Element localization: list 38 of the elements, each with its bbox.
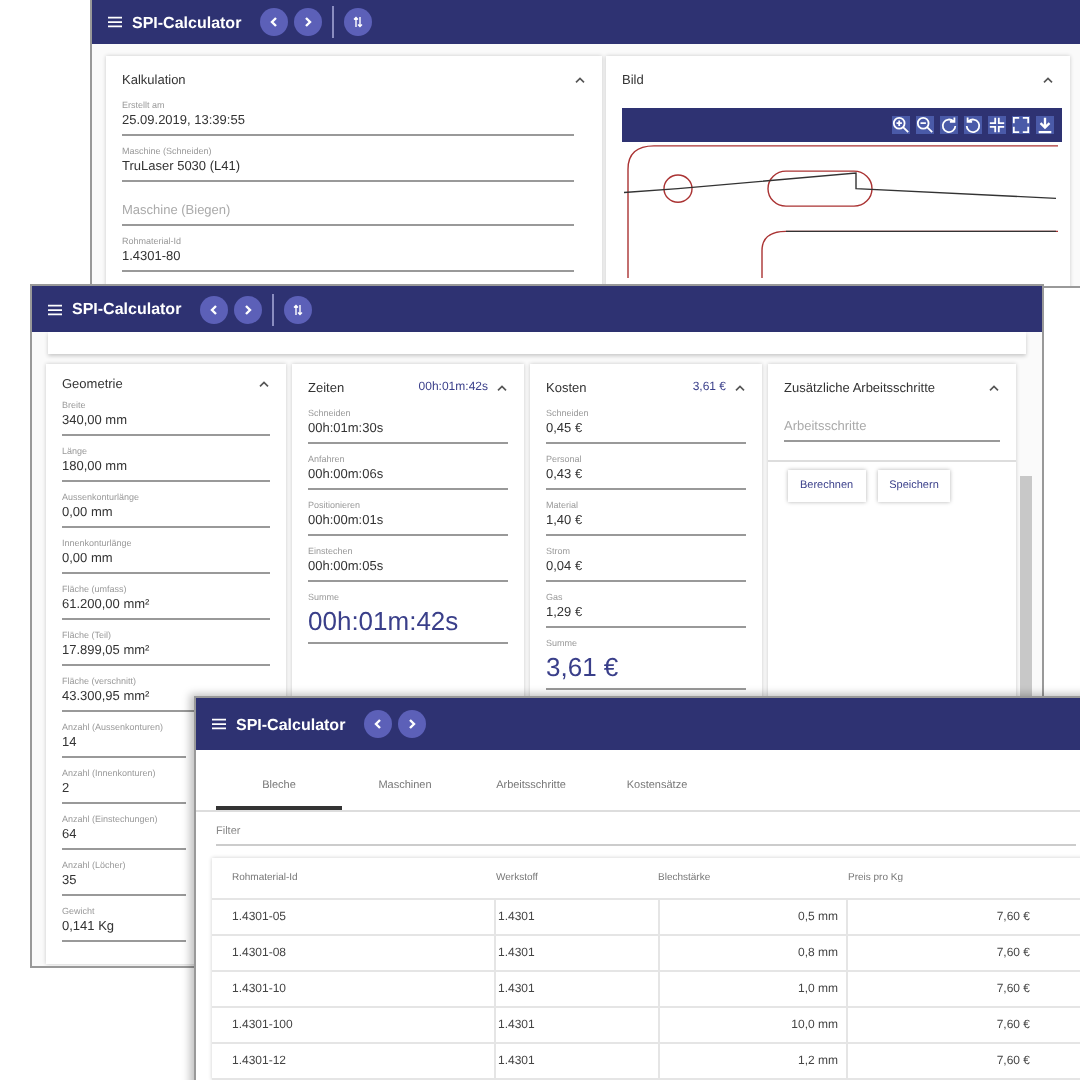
app-title: SPI-Calculator bbox=[72, 300, 182, 318]
chevron-right-icon bbox=[301, 16, 314, 28]
collapse-icon[interactable] bbox=[1042, 76, 1054, 84]
sort-arrows-icon bbox=[291, 303, 304, 315]
collapse-icon[interactable] bbox=[734, 384, 746, 392]
sort-button[interactable] bbox=[283, 295, 312, 323]
chevron-left-icon bbox=[267, 16, 280, 28]
back-button[interactable] bbox=[199, 295, 228, 323]
sort-arrows-icon bbox=[351, 16, 364, 28]
zoom-in-icon[interactable] bbox=[892, 116, 910, 134]
app-title: SPI-Calculator bbox=[132, 13, 242, 31]
menu-icon[interactable] bbox=[48, 303, 62, 315]
sum-value: 00h:01m:42s bbox=[308, 604, 461, 638]
chevron-right-icon bbox=[241, 303, 254, 315]
shrink-icon[interactable] bbox=[988, 116, 1006, 134]
collapse-icon[interactable] bbox=[258, 380, 270, 388]
back-button[interactable] bbox=[259, 8, 288, 36]
app-title: SPI-Calculator bbox=[236, 715, 346, 733]
collapse-icon[interactable] bbox=[496, 384, 508, 392]
scrollbar-thumb[interactable] bbox=[1020, 476, 1032, 696]
menu-icon[interactable] bbox=[212, 718, 226, 730]
forward-button[interactable] bbox=[293, 8, 322, 36]
expand-icon[interactable] bbox=[1012, 116, 1030, 134]
rotate-left-icon[interactable] bbox=[964, 116, 982, 134]
menu-icon[interactable] bbox=[108, 16, 122, 28]
chevron-left-icon bbox=[207, 303, 220, 315]
sum-value: 3,61 € bbox=[546, 650, 621, 684]
chevron-right-icon bbox=[405, 718, 418, 730]
forward-button[interactable] bbox=[397, 710, 426, 738]
collapse-icon[interactable] bbox=[574, 76, 586, 84]
chevron-left-icon bbox=[371, 718, 384, 730]
download-icon[interactable] bbox=[1036, 116, 1054, 134]
back-button[interactable] bbox=[363, 710, 392, 738]
collapse-icon[interactable] bbox=[988, 384, 1000, 392]
forward-button[interactable] bbox=[233, 295, 262, 323]
sort-button[interactable] bbox=[343, 8, 372, 36]
zoom-out-icon[interactable] bbox=[916, 116, 934, 134]
rotate-right-icon[interactable] bbox=[940, 116, 958, 134]
